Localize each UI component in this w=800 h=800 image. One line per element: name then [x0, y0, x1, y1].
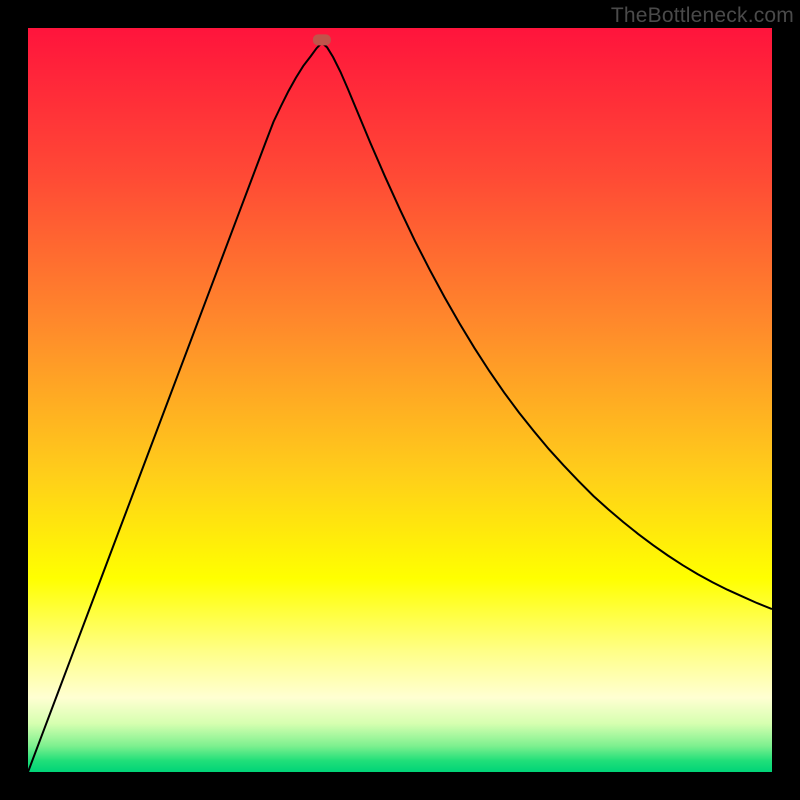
- gradient-background: [28, 28, 772, 772]
- chart-svg: [28, 28, 772, 772]
- outer-frame: TheBottleneck.com: [0, 0, 800, 800]
- optimum-marker: [313, 34, 331, 45]
- watermark-text: TheBottleneck.com: [611, 4, 794, 28]
- plot-area: [28, 28, 772, 772]
